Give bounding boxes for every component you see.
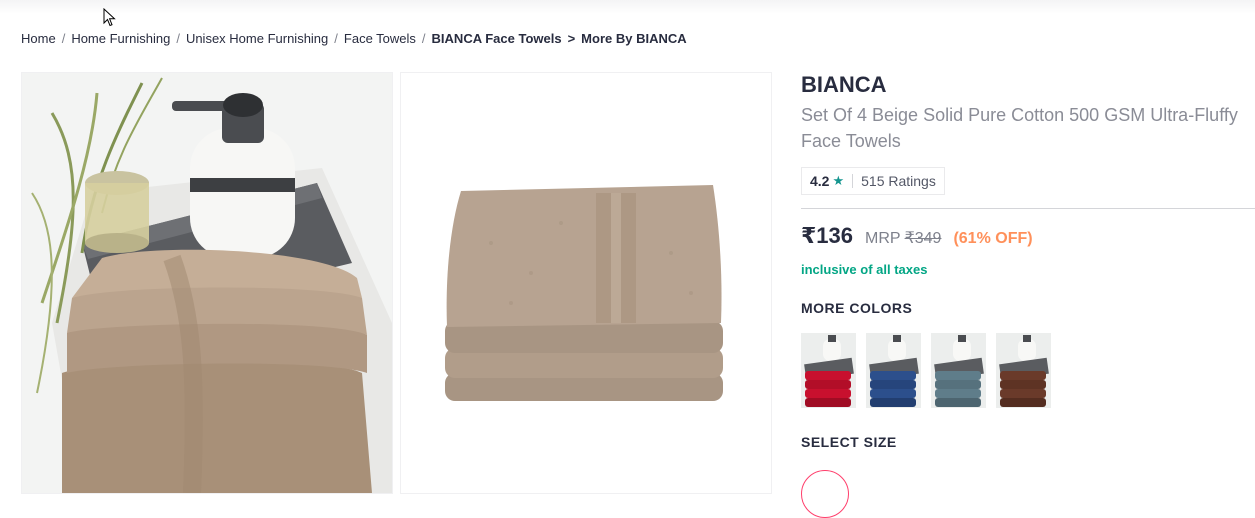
breadcrumb-home[interactable]: Home: [21, 31, 56, 46]
color-swatch-blue[interactable]: [866, 333, 921, 408]
breadcrumb-separator: /: [421, 31, 426, 46]
product-brand: BIANCA: [801, 72, 887, 97]
rating-score: 4.2: [810, 173, 830, 189]
product-lifestyle-image: [22, 73, 392, 493]
swatch-thumbnail: [866, 333, 921, 408]
breadcrumb-separator: /: [176, 31, 180, 46]
top-bar: [0, 0, 1255, 14]
breadcrumb-separator: /: [334, 31, 338, 46]
more-colors-heading: MORE COLORS: [801, 300, 913, 316]
selling-price: ₹136: [801, 223, 854, 248]
section-divider: [801, 208, 1255, 209]
mrp-label: MRP: [865, 230, 901, 247]
product-image-1[interactable]: [21, 72, 393, 494]
color-swatch-brown[interactable]: [996, 333, 1051, 408]
size-option-button[interactable]: [801, 470, 849, 518]
price-row: ₹136 MRP ₹349 (61% OFF): [801, 223, 1033, 249]
swatch-thumbnail: [996, 333, 1051, 408]
select-size-heading: SELECT SIZE: [801, 434, 897, 450]
breadcrumb-current: BIANCA Face Towels: [431, 31, 562, 46]
breadcrumb-separator: /: [61, 31, 66, 46]
breadcrumb-chevron: >: [567, 31, 576, 46]
mrp-value: ₹349: [904, 230, 942, 247]
breadcrumb-more-by-brand[interactable]: More By BIANCA: [581, 31, 686, 46]
rating-badge[interactable]: 4.2 ★ 515 Ratings: [801, 167, 945, 195]
color-swatch-grey[interactable]: [931, 333, 986, 408]
breadcrumb-unisex-home-furnishing[interactable]: Unisex Home Furnishing: [186, 31, 328, 46]
swatch-thumbnail: [801, 333, 856, 408]
breadcrumb-home-furnishing[interactable]: Home Furnishing: [71, 31, 170, 46]
breadcrumb: Home / Home Furnishing / Unisex Home Fur…: [21, 31, 687, 46]
rating-count: 515 Ratings: [861, 173, 936, 189]
swatch-thumbnail: [931, 333, 986, 408]
color-swatch-red[interactable]: [801, 333, 856, 408]
mouse-cursor-icon: [103, 8, 116, 27]
rating-divider: [852, 174, 854, 188]
breadcrumb-face-towels[interactable]: Face Towels: [344, 31, 416, 46]
product-title: Set Of 4 Beige Solid Pure Cotton 500 GSM…: [801, 105, 1238, 151]
product-folded-towels-image: [401, 73, 771, 493]
star-icon: ★: [832, 173, 845, 188]
color-swatches: [801, 333, 1051, 408]
product-image-2[interactable]: [400, 72, 772, 494]
discount-percent: (61% OFF): [953, 230, 1033, 247]
tax-note: inclusive of all taxes: [801, 262, 928, 277]
